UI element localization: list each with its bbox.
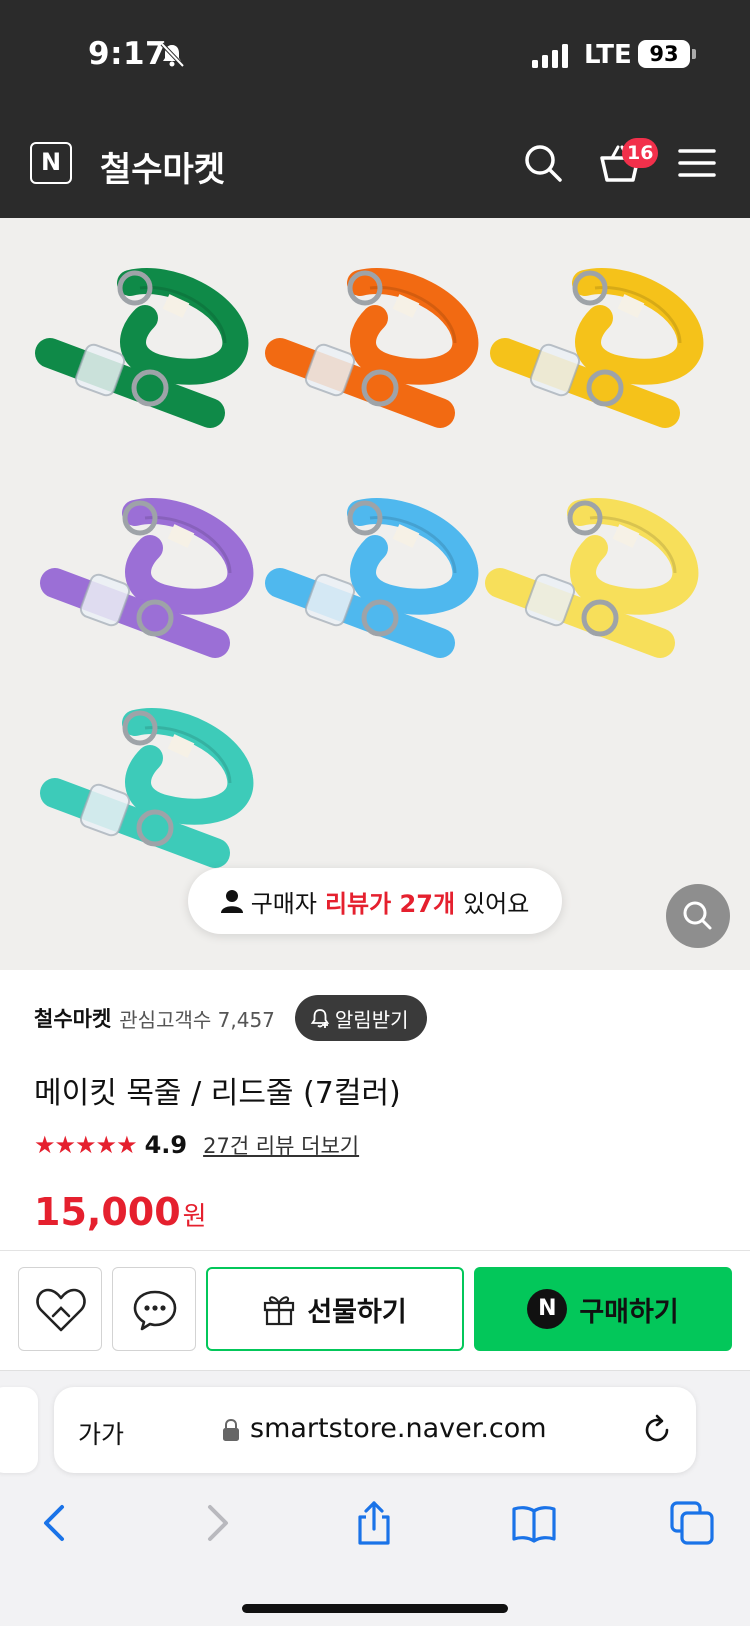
store-name[interactable]: 철수마켓 xyxy=(34,1003,111,1033)
status-time: 9:17 xyxy=(88,36,168,72)
product-image[interactable] xyxy=(0,218,750,970)
buy-label: 구매하기 xyxy=(579,1296,679,1328)
address-bar[interactable]: 가가 smartstore.naver.com xyxy=(54,1387,696,1473)
battery-indicator: 93 xyxy=(638,40,690,68)
previous-tab-edge[interactable] xyxy=(0,1387,38,1473)
battery-tip xyxy=(692,49,696,59)
share-icon[interactable] xyxy=(350,1499,398,1547)
heart-icon xyxy=(36,1288,86,1332)
network-type: LTE xyxy=(584,40,632,70)
leash-bundle xyxy=(485,498,699,658)
bookmarks-icon[interactable] xyxy=(510,1499,558,1547)
status-bar: 9:17 LTE 93 xyxy=(0,0,750,110)
lock-icon xyxy=(223,1418,239,1441)
person-icon xyxy=(220,890,243,913)
rating-row: ★★★★★ 4.9 27건 리뷰 더보기 xyxy=(34,1130,359,1160)
price-value: 15,000 xyxy=(34,1190,181,1234)
forward-icon[interactable] xyxy=(192,1499,240,1547)
bell-plus-icon xyxy=(310,1009,330,1028)
leash-bundle xyxy=(40,498,254,658)
back-icon[interactable] xyxy=(32,1499,80,1547)
follower-count: 관심고객수 7,457 xyxy=(119,1007,275,1032)
leash-bundle xyxy=(265,498,479,658)
reload-icon[interactable] xyxy=(640,1413,674,1447)
store-header: N 철수마켓 16 xyxy=(0,120,750,218)
cart-count-badge: 16 xyxy=(622,138,659,168)
alarm-subscribe-button[interactable]: 알림받기 xyxy=(294,995,427,1041)
buyer-review-pill[interactable]: 구매자 리뷰가 27개 있어요 xyxy=(188,868,562,934)
chat-bubble-icon xyxy=(133,1290,177,1331)
rating-value: 4.9 xyxy=(144,1131,188,1159)
image-zoom-button[interactable] xyxy=(666,884,730,948)
buy-button[interactable]: N 구매하기 xyxy=(474,1267,732,1351)
leash-bundle xyxy=(490,268,704,428)
gift-label: 선물하기 xyxy=(307,1296,407,1328)
gift-button[interactable]: 선물하기 xyxy=(206,1267,464,1351)
naver-logo[interactable]: N xyxy=(30,142,72,184)
review-pill-prefix: 구매자 xyxy=(250,889,317,918)
review-pill-suffix: 있어요 xyxy=(463,889,530,918)
leash-bundle xyxy=(265,268,479,428)
leash-photo xyxy=(35,268,704,868)
url-text[interactable]: smartstore.naver.com xyxy=(250,1413,547,1444)
product-name: 메이킷 목줄 / 리드줄 (7컬러) xyxy=(34,1076,401,1111)
star-rating-icon: ★★★★★ xyxy=(34,1131,138,1159)
menu-icon[interactable] xyxy=(678,146,716,180)
store-info-row: 철수마켓 관심고객수 7,457 알림받기 xyxy=(34,995,427,1041)
home-indicator xyxy=(242,1604,508,1613)
leash-bundle xyxy=(40,708,254,868)
leash-bundle xyxy=(35,268,249,428)
alarm-label: 알림받기 xyxy=(334,1007,409,1032)
price-unit: 원 xyxy=(182,1202,207,1232)
store-title[interactable]: 철수마켓 xyxy=(100,142,225,191)
naver-pay-logo: N xyxy=(527,1289,568,1329)
safari-toolbar: 가가 smartstore.naver.com xyxy=(0,1370,750,1626)
tabs-icon[interactable] xyxy=(668,1499,716,1547)
wishlist-button[interactable] xyxy=(18,1267,102,1351)
cell-signal-icon xyxy=(532,44,568,68)
search-icon[interactable] xyxy=(522,142,564,184)
product-price: 15,000원 xyxy=(34,1190,207,1234)
silent-bell-icon xyxy=(160,42,185,68)
gift-icon xyxy=(264,1296,295,1326)
review-more-link[interactable]: 27건 리뷰 더보기 xyxy=(203,1130,359,1160)
purchase-bar: 선물하기 N 구매하기 xyxy=(0,1250,750,1370)
talk-button[interactable] xyxy=(112,1267,196,1351)
text-size-button[interactable]: 가가 xyxy=(78,1415,124,1451)
review-pill-highlight: 리뷰가 27개 xyxy=(324,889,456,918)
zoom-search-icon xyxy=(683,901,712,930)
